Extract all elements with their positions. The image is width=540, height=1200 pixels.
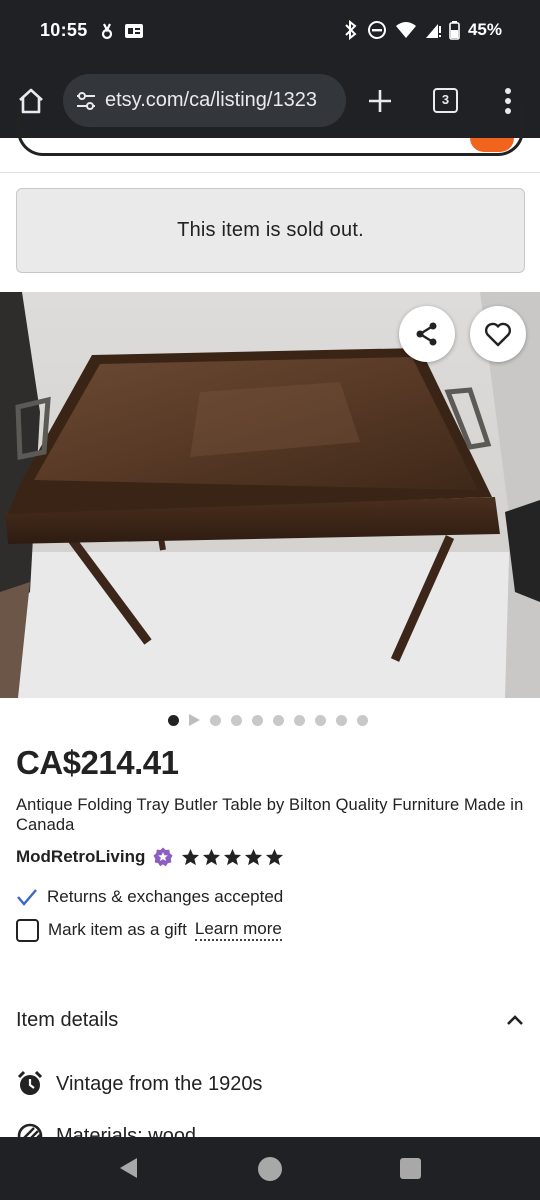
carousel-dot[interactable] bbox=[210, 714, 221, 726]
favorite-button[interactable] bbox=[470, 306, 526, 362]
vintage-detail: Vintage from the 1920s bbox=[16, 1068, 262, 1100]
star-icon bbox=[266, 848, 284, 865]
recents-button[interactable] bbox=[400, 1158, 421, 1179]
carousel-dot[interactable] bbox=[357, 714, 368, 726]
battery-icon bbox=[449, 20, 460, 40]
sim-card-icon bbox=[125, 24, 143, 38]
carousel-dot[interactable] bbox=[273, 714, 284, 726]
carousel-dot[interactable] bbox=[336, 714, 347, 726]
item-details-toggle[interactable]: Item details bbox=[16, 1006, 524, 1034]
carousel-dot[interactable] bbox=[294, 714, 305, 726]
notification-icon bbox=[101, 23, 113, 40]
carousel-dot[interactable] bbox=[315, 714, 326, 726]
chevron-up-icon bbox=[507, 1015, 523, 1025]
carousel-dot[interactable] bbox=[252, 714, 263, 726]
do-not-disturb-icon bbox=[367, 21, 386, 39]
share-button[interactable] bbox=[399, 306, 455, 362]
star-icon bbox=[182, 848, 200, 865]
signal-icon bbox=[425, 24, 441, 38]
home-nav-button[interactable] bbox=[258, 1157, 282, 1181]
gift-label[interactable]: Mark item as a gift bbox=[48, 920, 187, 940]
rating-stars[interactable] bbox=[181, 848, 284, 867]
search-bar[interactable] bbox=[17, 104, 524, 156]
returns-text: Returns & exchanges accepted bbox=[47, 887, 284, 906]
returns-info: Returns & exchanges accepted bbox=[16, 885, 283, 909]
sold-out-notice: This item is sold out. bbox=[16, 188, 525, 273]
alarm-clock-icon bbox=[17, 1070, 43, 1095]
video-play-icon[interactable] bbox=[189, 714, 200, 726]
carousel-dot-active[interactable] bbox=[168, 714, 179, 726]
divider bbox=[0, 172, 540, 173]
listing-photo[interactable] bbox=[0, 292, 540, 698]
gift-checkbox[interactable] bbox=[16, 918, 39, 942]
image-carousel-indicator[interactable] bbox=[168, 713, 368, 727]
system-navigation-bar bbox=[0, 1137, 540, 1200]
seller-name-link[interactable]: ModRetroLiving bbox=[16, 847, 145, 867]
sold-out-message: This item is sold out. bbox=[177, 219, 364, 241]
vintage-text: Vintage from the 1920s bbox=[56, 1072, 263, 1095]
heart-icon bbox=[484, 322, 512, 347]
battery-percent: 45% bbox=[467, 20, 502, 39]
share-icon bbox=[416, 322, 437, 346]
learn-more-link[interactable]: Learn more bbox=[194, 919, 282, 941]
seller-row: ModRetroLiving bbox=[16, 845, 284, 869]
star-seller-badge-icon bbox=[153, 847, 173, 867]
listing-title: Antique Folding Tray Butler Table by Bil… bbox=[16, 796, 524, 834]
carousel-dot[interactable] bbox=[231, 714, 242, 726]
back-icon[interactable] bbox=[117, 1156, 139, 1180]
bluetooth-icon bbox=[345, 20, 357, 40]
listing-price: CA$214.41 bbox=[16, 744, 179, 781]
star-icon bbox=[224, 848, 242, 865]
star-icon bbox=[203, 848, 221, 865]
status-bar: 10:55 45% bbox=[0, 0, 540, 62]
gift-option: Mark item as a gift Learn more bbox=[16, 917, 282, 943]
star-icon bbox=[245, 848, 263, 865]
status-time: 10:55 bbox=[40, 20, 88, 40]
wifi-icon bbox=[395, 22, 416, 38]
tray-table-photo bbox=[0, 292, 540, 698]
item-details-heading: Item details bbox=[16, 1008, 119, 1031]
checkmark-icon bbox=[17, 889, 37, 906]
